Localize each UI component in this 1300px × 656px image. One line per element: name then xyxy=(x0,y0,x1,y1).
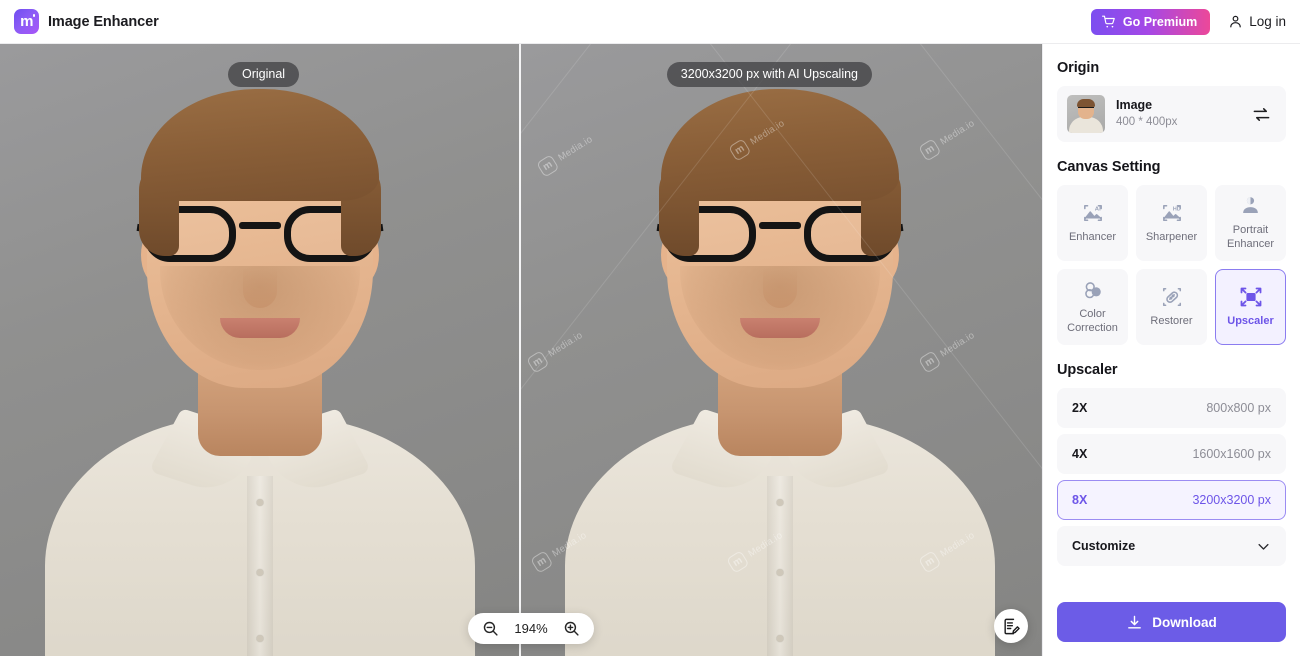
origin-meta: Image 400 * 400px xyxy=(1116,97,1238,130)
app-header: m Image Enhancer Go Premium Log in xyxy=(0,0,1300,44)
option-factor: 2X xyxy=(1072,401,1088,415)
image-hd-icon: HD xyxy=(1161,202,1183,224)
tool-enhancer[interactable]: AI Enhancer xyxy=(1057,185,1128,261)
logo-letter: m xyxy=(20,12,33,30)
option-size: 800x800 px xyxy=(1206,401,1271,415)
user-icon xyxy=(1230,15,1241,28)
origin-section-title: Origin xyxy=(1057,60,1100,76)
upscaler-options: 2X 800x800 px 4X 1600x1600 px 8X 3200x32… xyxy=(1057,388,1286,566)
logo-dot xyxy=(32,14,35,17)
tool-portrait-enhancer[interactable]: Portrait Enhancer xyxy=(1215,185,1286,261)
tool-label: Restorer xyxy=(1150,314,1193,327)
chevron-down-icon xyxy=(1258,543,1269,550)
download-label: Download xyxy=(1152,614,1217,630)
origin-thumbnail xyxy=(1067,95,1105,133)
go-premium-label: Go Premium xyxy=(1122,14,1198,29)
app-logo-icon: m xyxy=(14,9,39,34)
cart-icon xyxy=(1101,15,1115,27)
origin-name: Image xyxy=(1116,98,1153,113)
app-body: m Media.io m Media.io m Media.io m Media… xyxy=(0,44,1300,656)
svg-text:AI: AI xyxy=(1094,206,1100,212)
bandage-icon xyxy=(1161,286,1183,308)
tool-label: Enhancer xyxy=(1068,230,1117,243)
zoom-control: 194% xyxy=(468,613,594,644)
tool-sharpener[interactable]: HD Sharpener xyxy=(1136,185,1207,261)
zoom-in-button[interactable] xyxy=(563,620,580,637)
zoom-out-icon xyxy=(483,621,498,636)
login-button[interactable]: Log in xyxy=(1226,14,1288,29)
zoom-level-value: 194% xyxy=(514,621,548,636)
canvas-tool-grid: AI Enhancer HD Sharpener Portrait Enhanc… xyxy=(1057,185,1286,345)
upscaled-pane: m Media.io m Media.io m Media.io m Media… xyxy=(520,44,1042,656)
zoom-out-button[interactable] xyxy=(482,620,499,637)
upscale-icon xyxy=(1239,286,1263,308)
feedback-icon xyxy=(1003,618,1020,634)
tool-restorer[interactable]: Restorer xyxy=(1136,269,1207,345)
origin-card[interactable]: Image 400 * 400px xyxy=(1057,86,1286,142)
upscaler-section-title: Upscaler xyxy=(1057,362,1118,378)
upscaler-option-8x[interactable]: 8X 3200x3200 px xyxy=(1057,480,1286,520)
tool-label: Upscaler xyxy=(1227,314,1274,327)
download-button[interactable]: Download xyxy=(1057,602,1286,642)
option-factor: 8X xyxy=(1072,493,1088,507)
image-ai-icon: AI xyxy=(1082,202,1104,224)
origin-dimensions: 400 * 400px xyxy=(1116,116,1178,129)
brand: m Image Enhancer xyxy=(14,9,159,34)
upscaled-image xyxy=(520,44,1041,656)
original-image xyxy=(0,44,519,656)
portrait-icon xyxy=(1240,195,1261,217)
tool-label: Sharpener xyxy=(1145,230,1198,243)
option-size: 3200x3200 px xyxy=(1192,493,1271,507)
header-actions: Go Premium Log in xyxy=(1090,8,1288,35)
image-compare-canvas[interactable]: m Media.io m Media.io m Media.io m Media… xyxy=(0,44,1042,656)
feedback-button[interactable] xyxy=(994,609,1028,643)
download-area: Download xyxy=(1057,588,1286,656)
customize-row[interactable]: Customize xyxy=(1057,526,1286,566)
color-correction-icon xyxy=(1082,279,1104,301)
canvas-setting-title: Canvas Setting xyxy=(1057,159,1161,175)
go-premium-button[interactable]: Go Premium xyxy=(1090,8,1211,35)
customize-label: Customize xyxy=(1072,539,1136,553)
original-badge: Original xyxy=(228,62,300,87)
option-size: 1600x1600 px xyxy=(1192,447,1271,461)
tool-label: Color Correction xyxy=(1067,307,1118,334)
zoom-in-icon xyxy=(564,621,579,636)
app-root: m Image Enhancer Go Premium Log in m Med… xyxy=(0,0,1300,656)
svg-text:HD: HD xyxy=(1172,206,1180,212)
download-icon xyxy=(1128,615,1142,629)
tool-label: Portrait Enhancer xyxy=(1226,223,1275,250)
tool-color-correction[interactable]: Color Correction xyxy=(1057,269,1128,345)
compare-divider[interactable] xyxy=(519,44,521,656)
login-label: Log in xyxy=(1249,14,1286,29)
upscaler-option-2x[interactable]: 2X 800x800 px xyxy=(1057,388,1286,428)
tool-upscaler[interactable]: Upscaler xyxy=(1215,269,1286,345)
swap-icon xyxy=(1253,107,1270,121)
settings-sidebar: Origin Image 400 * 400px Canvas Setting xyxy=(1042,44,1300,656)
swap-image-button[interactable] xyxy=(1249,102,1274,127)
option-factor: 4X xyxy=(1072,447,1088,461)
upscaler-option-4x[interactable]: 4X 1600x1600 px xyxy=(1057,434,1286,474)
app-title: Image Enhancer xyxy=(48,13,159,30)
upscaled-badge: 3200x3200 px with AI Upscaling xyxy=(666,62,872,87)
original-pane xyxy=(0,44,519,656)
